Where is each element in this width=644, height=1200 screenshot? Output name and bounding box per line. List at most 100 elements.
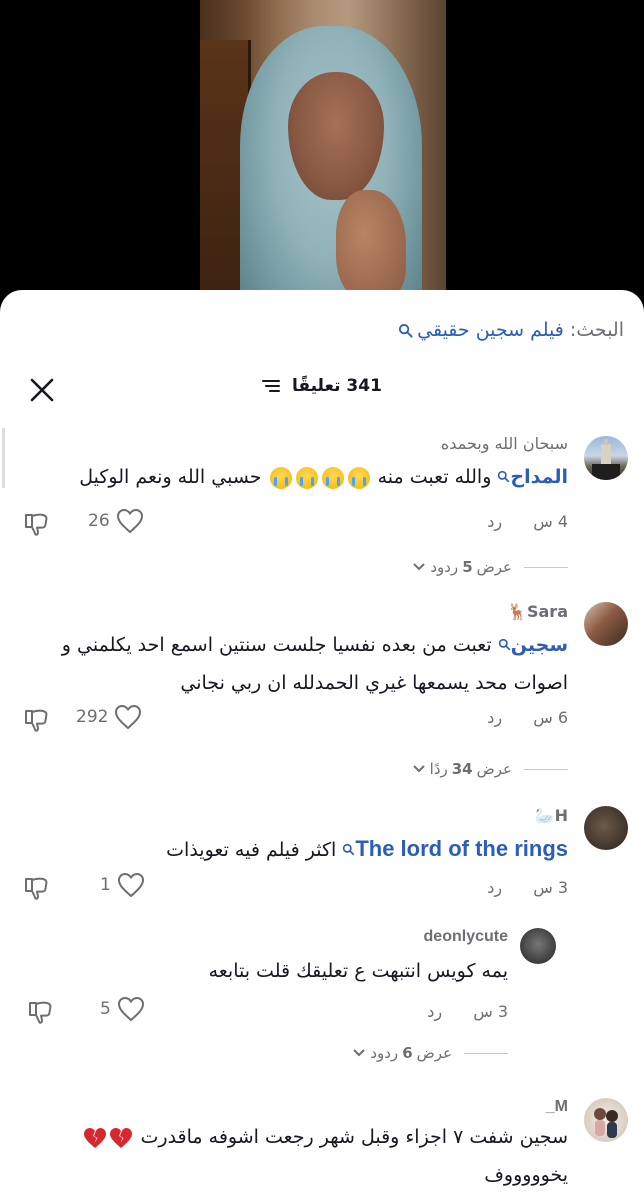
dislike-icon[interactable] bbox=[22, 874, 50, 902]
view-replies-suffix: ردود bbox=[370, 1044, 399, 1062]
broken-heart-emoji bbox=[84, 1127, 107, 1148]
comment-count[interactable]: 341 تعليقًا bbox=[0, 376, 644, 396]
crying-face-emoji bbox=[347, 466, 370, 489]
reply-button[interactable]: رد bbox=[427, 1002, 442, 1021]
comment-text-part: سجين شفت ٧ اجزاء وقبل شهر رجعت اشوفه ماق… bbox=[140, 1126, 568, 1148]
view-replies-prefix: عرض bbox=[476, 760, 512, 778]
like-count: 292 bbox=[76, 707, 109, 727]
like-count: 5 bbox=[100, 999, 111, 1019]
avatar-image bbox=[594, 1108, 618, 1138]
search-label: البحث: bbox=[569, 319, 624, 341]
search-icon bbox=[498, 470, 510, 483]
comment-meta: 3 س رد bbox=[487, 878, 568, 897]
comment-text: سجين شفت ٧ اجزاء وقبل شهر رجعت اشوفه ماق… bbox=[8, 1118, 568, 1194]
like-count: 26 bbox=[88, 511, 110, 531]
search-suggestion[interactable]: البحث: فيلم سجين حقيقي bbox=[398, 312, 624, 348]
view-replies-suffix: ردًا bbox=[429, 760, 448, 778]
comment-username[interactable]: H🦢 bbox=[535, 806, 568, 825]
like-button[interactable]: 1 bbox=[100, 872, 145, 898]
view-replies-button[interactable]: عرض 5 ردود bbox=[412, 558, 568, 576]
view-replies-count: 5 bbox=[462, 558, 473, 576]
like-button[interactable]: 292 bbox=[76, 704, 142, 730]
comment-item: سبحان الله وبحمده المداح والله تعبت منه … bbox=[0, 428, 644, 588]
comments-sheet: البحث: فيلم سجين حقيقي 341 تعليقًا سبحان… bbox=[0, 290, 644, 1200]
comment-text: سجين تعبت من بعده نفسيا جلست سنتين اسمع … bbox=[8, 626, 568, 702]
divider-line bbox=[524, 768, 568, 770]
comment-item: H🦢 The lord of the rings اكثر فيلم فيه ت… bbox=[0, 802, 644, 922]
crying-face-emoji bbox=[269, 466, 292, 489]
heart-icon bbox=[117, 872, 144, 898]
comment-time: 3 س bbox=[473, 1002, 508, 1021]
reply-button[interactable]: رد bbox=[487, 708, 502, 727]
heart-icon bbox=[116, 508, 143, 534]
broken-heart-emoji bbox=[110, 1127, 133, 1148]
comment-text-part: تعبت من بعده نفسيا جلست سنتين اسمع احد ي… bbox=[61, 634, 492, 656]
view-replies-suffix: ردود bbox=[430, 558, 459, 576]
video-person-face bbox=[288, 72, 384, 200]
divider-line bbox=[464, 1052, 508, 1054]
search-term[interactable]: فيلم سجين حقيقي bbox=[417, 319, 564, 341]
comment-username[interactable]: Sara🦌 bbox=[507, 602, 568, 621]
comment-text: يمه كويس انتبهت ع تعليقك قلت بتابعه bbox=[208, 960, 508, 982]
like-count: 1 bbox=[100, 875, 111, 895]
comment-username[interactable]: deonlycute bbox=[424, 928, 508, 946]
comment-username[interactable]: M_ bbox=[546, 1098, 568, 1116]
filter-icon[interactable] bbox=[262, 379, 281, 393]
heart-icon bbox=[115, 704, 142, 730]
heart-icon bbox=[117, 996, 144, 1022]
comment-meta: 4 س رد bbox=[487, 512, 568, 531]
video-frame bbox=[200, 0, 446, 330]
view-replies-count: 6 bbox=[402, 1044, 413, 1062]
search-icon bbox=[399, 323, 413, 338]
avatar[interactable] bbox=[584, 1098, 628, 1142]
crying-face-emoji bbox=[321, 466, 344, 489]
comment-text-line: سجين تعبت من بعده نفسيا جلست سنتين اسمع … bbox=[8, 626, 568, 664]
comment-text-line: يخوووووف bbox=[484, 1164, 568, 1186]
comment-count-label: 341 تعليقًا bbox=[292, 376, 382, 396]
dislike-icon[interactable] bbox=[22, 706, 50, 734]
dislike-icon[interactable] bbox=[26, 998, 54, 1026]
search-icon bbox=[343, 843, 355, 856]
comment-meta: 6 س رد bbox=[487, 708, 568, 727]
comment-time: 6 س bbox=[533, 708, 568, 727]
view-replies-button[interactable]: عرض 6 ردود bbox=[352, 1044, 508, 1062]
comments-header: 341 تعليقًا bbox=[0, 368, 644, 412]
comment-meta: 3 س رد bbox=[427, 1002, 508, 1021]
view-replies-button[interactable]: عرض 34 ردًا bbox=[412, 760, 568, 778]
avatar[interactable] bbox=[584, 602, 628, 646]
comment-text-line: اصوات محد يسمعها غيري الحمدلله ان ربي نج… bbox=[180, 672, 568, 694]
chevron-down-icon bbox=[353, 1049, 366, 1057]
avatar[interactable] bbox=[520, 928, 556, 964]
reply-button[interactable]: رد bbox=[487, 878, 502, 897]
reply-button[interactable]: رد bbox=[487, 512, 502, 531]
like-button[interactable]: 26 bbox=[88, 508, 144, 534]
chevron-down-icon bbox=[413, 563, 426, 571]
chevron-down-icon bbox=[412, 765, 425, 773]
comment-item: Sara🦌 سجين تعبت من بعده نفسيا جلست سنتين… bbox=[0, 596, 644, 786]
mention-link[interactable]: المداح bbox=[510, 466, 568, 488]
avatar[interactable] bbox=[584, 436, 628, 480]
comment-time: 4 س bbox=[533, 512, 568, 531]
video-player[interactable] bbox=[0, 0, 644, 330]
avatar[interactable] bbox=[584, 806, 628, 850]
comment-text-part: اكثر فيلم فيه تعويذات bbox=[166, 839, 337, 861]
search-icon bbox=[498, 638, 511, 651]
like-button[interactable]: 5 bbox=[100, 996, 145, 1022]
comment-item: M_ سجين شفت ٧ اجزاء وقبل شهر رجعت اشوفه … bbox=[0, 1094, 644, 1200]
comment-text-part: والله تعبت منه bbox=[377, 466, 492, 488]
comment-username[interactable]: سبحان الله وبحمده bbox=[441, 434, 568, 453]
view-replies-prefix: عرض bbox=[476, 558, 512, 576]
comment-time: 3 س bbox=[533, 878, 568, 897]
divider-line bbox=[524, 566, 568, 568]
mention-link[interactable]: سجين bbox=[511, 634, 568, 656]
comment-text-part: حسبي الله ونعم الوكيل bbox=[79, 466, 262, 488]
mention-link[interactable]: The lord of the rings bbox=[355, 836, 568, 861]
comment-text-line: سجين شفت ٧ اجزاء وقبل شهر رجعت اشوفه ماق… bbox=[8, 1118, 568, 1156]
avatar-image bbox=[592, 439, 620, 480]
view-replies-count: 34 bbox=[451, 760, 473, 778]
comment-text: المداح والله تعبت منه حسبي الله ونعم الو… bbox=[8, 458, 568, 496]
view-replies-prefix: عرض bbox=[416, 1044, 452, 1062]
scroll-edge bbox=[2, 428, 5, 488]
video-person-hand bbox=[336, 190, 406, 300]
dislike-icon[interactable] bbox=[22, 510, 50, 538]
